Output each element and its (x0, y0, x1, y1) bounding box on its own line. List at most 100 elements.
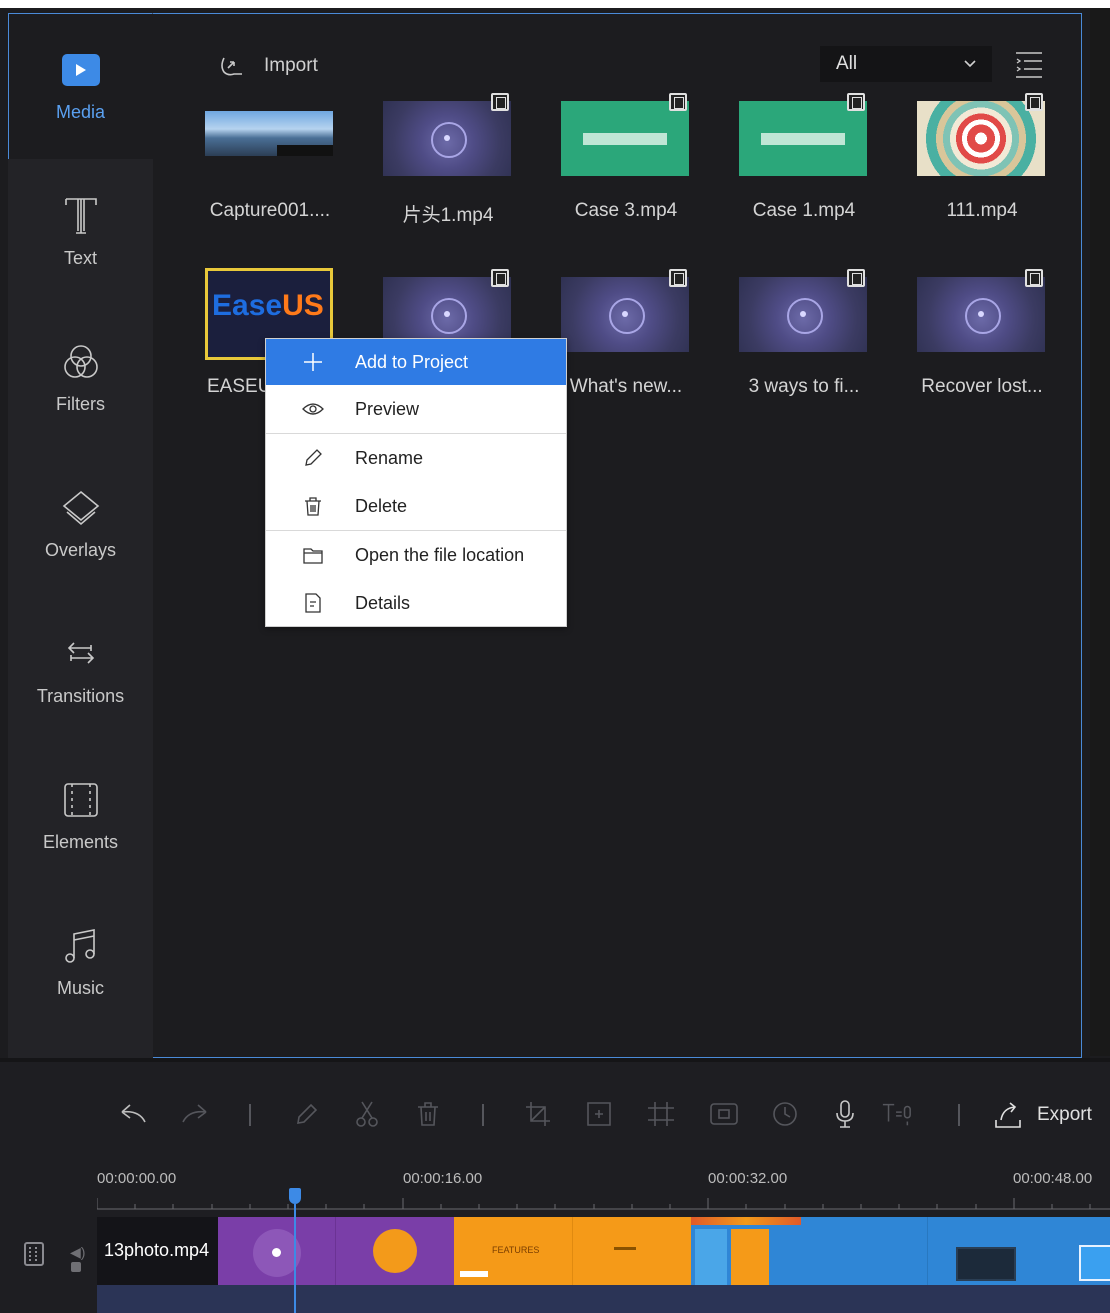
elements-icon (61, 780, 101, 820)
details-icon (302, 592, 324, 614)
record-voice-button[interactable] (829, 1098, 861, 1130)
menu-item-open-file-location[interactable]: Open the file location (266, 532, 566, 578)
menu-item-label: Add to Project (355, 351, 469, 372)
menu-item-label: Open the file location (355, 544, 525, 565)
media-item-name: 111.mp4 (946, 200, 1018, 221)
thumbnail (205, 111, 333, 156)
edit-button[interactable] (291, 1098, 323, 1130)
video-badge-icon (1025, 269, 1043, 287)
sidebar-item-text[interactable]: Text (8, 159, 153, 305)
thumbnail (917, 101, 1045, 176)
sidebar: Media Text Filters Overlays Transitions (8, 13, 153, 1058)
thumbnail (561, 101, 689, 176)
menu-item-rename[interactable]: Rename (266, 435, 566, 481)
import-label: Import (264, 55, 318, 76)
overlays-icon (61, 488, 101, 528)
window-top-edge (0, 0, 1110, 8)
sidebar-item-transitions[interactable]: Transitions (8, 597, 153, 743)
divider (0, 1058, 1110, 1062)
cut-icon (356, 1101, 378, 1127)
toolbar-separator (249, 1104, 251, 1126)
media-item-name: 3 ways to fi... (748, 376, 860, 397)
sidebar-item-filters[interactable]: Filters (8, 305, 153, 451)
menu-divider (266, 433, 566, 434)
menu-item-label: Preview (355, 398, 420, 419)
crop-icon (526, 1102, 550, 1126)
undo-button[interactable] (118, 1098, 150, 1130)
chevron-down-icon (964, 60, 976, 68)
sidebar-item-music[interactable]: Music (8, 889, 153, 1035)
crop-button[interactable] (522, 1098, 554, 1130)
video-badge-icon (491, 93, 509, 111)
thumbnail (739, 277, 867, 352)
media-item[interactable]: 片头1.mp4 (383, 93, 513, 231)
delete-button[interactable] (412, 1098, 444, 1130)
list-view-button[interactable] (1013, 50, 1045, 80)
media-item[interactable]: Case 3.mp4 (561, 93, 691, 231)
clip-orange[interactable]: FEATURES (454, 1217, 691, 1285)
video-badge-icon (669, 269, 687, 287)
media-item-name: 片头1.mp4 (402, 205, 494, 226)
clip-text: FEATURES (492, 1245, 540, 1255)
thumbnail (917, 277, 1045, 352)
eye-icon (302, 398, 324, 420)
sidebar-item-label: Transitions (36, 685, 125, 706)
media-item[interactable]: 111.mp4 (917, 93, 1047, 231)
clip-purple[interactable] (218, 1217, 454, 1285)
timecode-label: 00:00:48.00 (1013, 1170, 1093, 1187)
cut-button[interactable] (351, 1098, 383, 1130)
mosaic-button[interactable] (645, 1098, 677, 1130)
menu-item-delete[interactable]: Delete (266, 483, 566, 529)
volume-icon[interactable]: ◀) (70, 1244, 85, 1261)
menu-item-preview[interactable]: Preview (266, 386, 566, 432)
media-item[interactable]: Recover lost... (917, 269, 1047, 407)
video-badge-icon (847, 269, 865, 287)
import-icon (221, 57, 242, 76)
toolbar-separator (958, 1104, 960, 1126)
pencil-icon (302, 447, 324, 469)
clip-blue[interactable] (691, 1217, 1110, 1285)
timeline-ruler[interactable] (97, 1198, 1110, 1210)
media-item-name: Case 3.mp4 (574, 200, 678, 221)
thumbnail (739, 101, 867, 176)
freeze-frame-button[interactable] (708, 1098, 740, 1130)
media-item-name: Recover lost... (921, 376, 1043, 397)
media-item[interactable]: Case 1.mp4 (739, 93, 869, 231)
track-settings-icon[interactable] (24, 1242, 44, 1266)
menu-item-label: Details (355, 592, 411, 613)
export-label: Export (1037, 1104, 1092, 1125)
media-item[interactable]: 3 ways to fi... (739, 269, 869, 407)
playhead-handle[interactable] (289, 1188, 301, 1204)
import-button[interactable]: Import (218, 54, 318, 78)
folder-icon (302, 544, 324, 566)
right-panel-edge (1090, 8, 1110, 1056)
clip-filmstrip (97, 1285, 1110, 1313)
filters-icon (61, 342, 101, 382)
thumbnail (383, 101, 511, 176)
speed-button[interactable] (769, 1098, 801, 1130)
menu-item-add-to-project[interactable]: Add to Project (266, 339, 566, 385)
media-item[interactable]: What's new... (561, 269, 691, 407)
context-menu: Add to Project Preview Rename Delete Ope… (265, 338, 567, 627)
menu-item-details[interactable]: Details (266, 580, 566, 626)
zoom-button[interactable] (583, 1098, 615, 1130)
redo-icon (182, 1104, 207, 1123)
freeze-frame-icon (710, 1103, 738, 1125)
timecode-label: 00:00:00.00 (97, 1170, 177, 1187)
zoom-icon (587, 1102, 611, 1126)
redo-button[interactable] (178, 1098, 210, 1130)
media-filter-select[interactable]: All (820, 46, 992, 82)
export-button[interactable]: Export (993, 1098, 1092, 1132)
sidebar-item-media[interactable]: Media (8, 13, 153, 159)
sidebar-item-overlays[interactable]: Overlays (8, 451, 153, 597)
sidebar-item-label: Music (56, 977, 104, 998)
text-to-speech-button[interactable] (881, 1098, 913, 1130)
sidebar-item-elements[interactable]: Elements (8, 743, 153, 889)
video-badge-icon (1025, 93, 1043, 111)
lock-icon[interactable] (71, 1262, 81, 1272)
transitions-icon (61, 634, 101, 674)
media-item[interactable]: Capture001.... (205, 101, 335, 231)
sidebar-item-label: Overlays (44, 539, 116, 560)
export-icon (995, 1102, 1021, 1128)
text-icon (61, 196, 101, 236)
